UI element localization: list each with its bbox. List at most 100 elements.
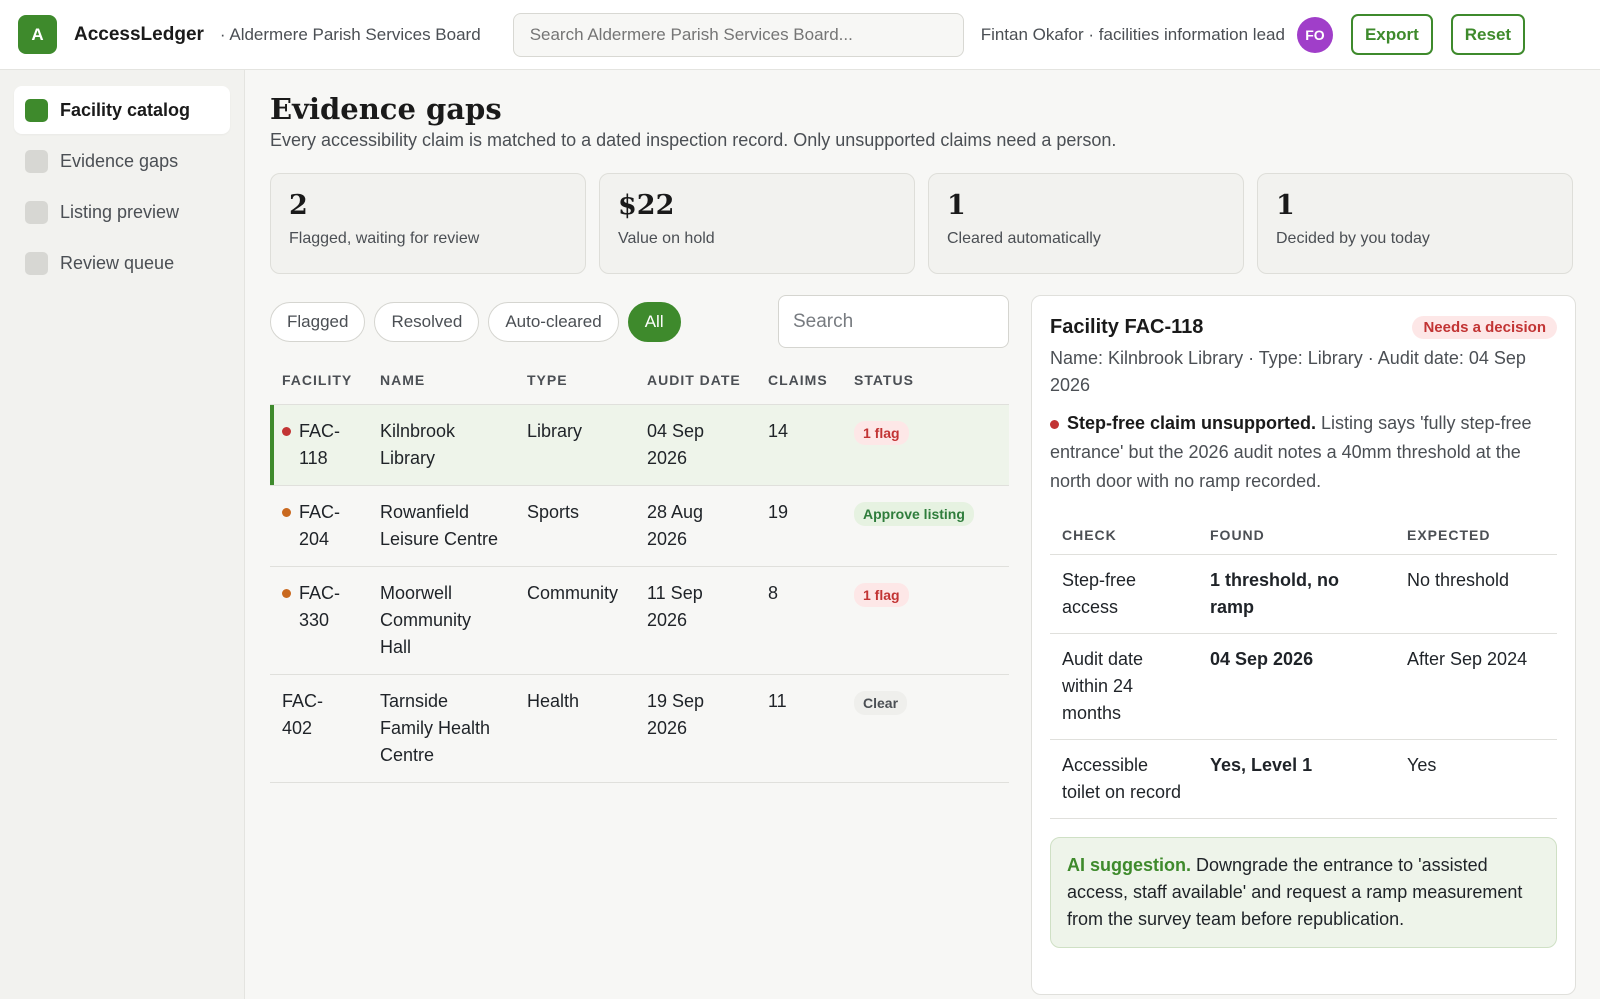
sidebar-item-label: Facility catalog (60, 99, 191, 120)
status-badge: Clear (854, 690, 908, 715)
cell-facility-id: FAC- 402 (270, 674, 368, 783)
reset-button[interactable]: Reset (1450, 14, 1526, 55)
stat-label: Value on hold (618, 230, 715, 247)
cell-check: Audit date within 24 months (1050, 633, 1198, 740)
cell-audit-date: 19 Sep 2026 (635, 674, 756, 783)
cell-expected: After Sep 2024 (1395, 633, 1557, 740)
stat-label: Cleared automatically (947, 230, 1101, 247)
status-badge: 1 flag (854, 582, 909, 607)
cell-found: Yes, Level 1 (1198, 739, 1395, 819)
alert-dot-icon (1050, 419, 1059, 429)
page-title: Evidence gaps (270, 92, 502, 126)
stats-row: 2 Flagged, waiting for review $22 Value … (270, 173, 1576, 274)
facility-id: FAC- 204 (299, 501, 341, 549)
org-name: · Aldermere Parish Services Board (219, 24, 481, 44)
cell-check: Step-free access (1050, 554, 1198, 634)
cell-status: Clear (842, 674, 1009, 783)
nav-square-icon (25, 251, 48, 275)
column-header-status[interactable]: STATUS (842, 356, 1009, 405)
column-header-expected: EXPECTED (1395, 516, 1557, 555)
cell-audit-date: 04 Sep 2026 (635, 404, 756, 486)
cell-claims: 14 (756, 404, 842, 486)
cell-type: Health (515, 674, 635, 783)
sidebar-item-review-queue[interactable]: Review queue (14, 239, 230, 287)
stat-label: Flagged, waiting for review (289, 230, 480, 247)
sidebar-item-listing-preview[interactable]: Listing preview (14, 188, 230, 236)
stat-card-value-on-hold: $22 Value on hold (599, 173, 915, 274)
cell-expected: No threshold (1395, 554, 1557, 634)
cell-facility-id: FAC- 330 (270, 566, 368, 675)
cell-type: Sports (515, 485, 635, 567)
table-row[interactable]: FAC- 330 Moorwell Community Hall Community 1… (270, 566, 1009, 675)
nav-square-icon (25, 200, 48, 224)
facility-table: FACILITY NAME TYPE AUDIT DATE CLAIMS STA… (270, 356, 1009, 783)
app-name: AccessLedger (74, 23, 204, 45)
facility-id: FAC- 118 (299, 420, 341, 468)
global-search-input[interactable] (512, 12, 964, 57)
column-header-name[interactable]: NAME (368, 356, 515, 405)
status-badge[interactable]: Approve listing (854, 501, 974, 526)
issue-summary: Step-free claim unsupported. Listing say… (1050, 409, 1557, 496)
cell-expected: Yes (1395, 739, 1557, 819)
cell-status: Approve listing (842, 485, 1009, 567)
table-row[interactable]: FAC- 118 Kilnbrook Library Library 04 Sep 20… (270, 404, 1009, 486)
filter-chip-auto-cleared[interactable]: Auto-cleared (488, 301, 619, 342)
cell-status: 1 flag (842, 404, 1009, 486)
cell-name: Rowanfield Leisure Centre (368, 485, 515, 567)
cell-type: Library (515, 404, 635, 486)
stat-value: 1 (947, 190, 966, 221)
column-header-claims[interactable]: CLAIMS (756, 356, 842, 405)
cell-found: 04 Sep 2026 (1198, 633, 1395, 740)
cell-check: Accessible toilet on record (1050, 739, 1198, 819)
table-row[interactable]: FAC- 402 Tarnside Family Health Centre Heal… (270, 674, 1009, 783)
filter-chip-flagged[interactable]: Flagged (270, 301, 366, 342)
facility-id: FAC- 402 (282, 690, 324, 738)
column-header-audit-date[interactable]: AUDIT DATE (635, 356, 756, 405)
stat-value: 1 (1276, 190, 1295, 221)
status-dot-icon (282, 588, 291, 598)
sidebar-item-label: Review queue (60, 252, 175, 273)
column-header-check: CHECK (1050, 516, 1198, 555)
cell-name: Kilnbrook Library (368, 404, 515, 486)
status-dot-icon (282, 507, 291, 517)
column-header-found: FOUND (1198, 516, 1395, 555)
column-header-type[interactable]: TYPE (515, 356, 635, 405)
cell-claims: 19 (756, 485, 842, 567)
check-row: Audit date within 24 months 04 Sep 2026 Af… (1050, 633, 1557, 740)
status-badge: 1 flag (854, 420, 909, 445)
sidebar-item-evidence-gaps[interactable]: Evidence gaps (14, 137, 230, 185)
stat-value: 2 (289, 190, 308, 221)
stat-label: Decided by you today (1276, 230, 1430, 247)
main-content: Evidence gaps Every accessibility claim … (246, 70, 1600, 999)
filter-chip-all[interactable]: All (627, 301, 681, 342)
cell-audit-date: 28 Aug 2026 (635, 485, 756, 567)
ai-suggestion-label: AI suggestion. (1067, 854, 1192, 875)
column-header-facility[interactable]: FACILITY (270, 356, 368, 405)
page-subtitle: Every accessibility claim is matched to … (270, 130, 1117, 150)
stat-value: $22 (618, 190, 675, 221)
avatar[interactable]: FO (1296, 16, 1333, 53)
nav-square-icon (25, 98, 48, 122)
check-row: Step-free access 1 threshold, no ramp No t… (1050, 554, 1557, 634)
checks-table: CHECK FOUND EXPECTED Step-free access 1 t… (1050, 516, 1557, 819)
stat-card-decided: 1 Decided by you today (1257, 173, 1573, 274)
cell-facility-id: FAC- 118 (270, 404, 368, 486)
filter-chip-resolved[interactable]: Resolved (374, 301, 480, 342)
export-button[interactable]: Export (1350, 14, 1433, 55)
status-dot-icon (282, 426, 291, 436)
sidebar-item-label: Evidence gaps (60, 150, 179, 171)
detail-panel: Facility FAC-118 Needs a decision Name: … (1031, 295, 1576, 995)
ai-suggestion: AI suggestion. Downgrade the entrance to… (1050, 836, 1557, 948)
cell-claims: 11 (756, 674, 842, 783)
check-row: Accessible toilet on record Yes, Level 1Y… (1050, 739, 1557, 819)
app-logo: A (18, 15, 57, 54)
table-row[interactable]: FAC- 204 Rowanfield Leisure Centre Sports 28… (270, 485, 1009, 567)
issue-title: Step-free claim unsupported. (1067, 413, 1317, 433)
table-search-input[interactable] (778, 295, 1009, 348)
sidebar-item-label: Listing preview (60, 201, 180, 222)
sidebar-item-facility-catalog[interactable]: Facility catalog (14, 86, 230, 134)
facility-list-panel: Flagged Resolved Auto-cleared All FACILI… (270, 295, 1009, 995)
stat-card-cleared: 1 Cleared automatically (928, 173, 1244, 274)
user-name: Fintan Okafor · facilities information l… (980, 24, 1285, 44)
cell-claims: 8 (756, 566, 842, 675)
